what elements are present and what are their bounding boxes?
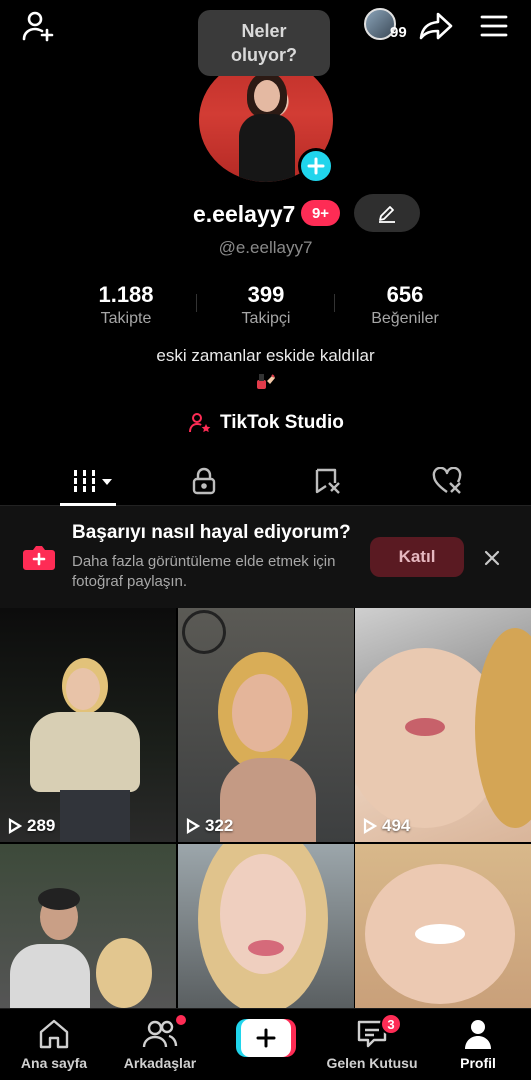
- followers-label: Takipçi: [241, 310, 291, 327]
- create-button[interactable]: [236, 1019, 296, 1057]
- play-icon: [186, 818, 200, 834]
- camera-plus-icon: [23, 546, 55, 570]
- story-avatars[interactable]: 99: [364, 8, 412, 42]
- nav-friends-label: Arkadaşlar: [123, 1055, 197, 1071]
- profile-handle: @e.eellayy7: [218, 238, 313, 257]
- divider: [334, 294, 335, 312]
- play-icon: [363, 818, 377, 834]
- tiktok-studio-link[interactable]: TikTok Studio: [188, 410, 344, 436]
- profile-bio: eski zamanlar eskide kaldılar: [156, 346, 375, 365]
- friends-icon: [142, 1020, 178, 1048]
- close-icon[interactable]: [478, 544, 506, 572]
- view-count: 494: [363, 816, 410, 836]
- menu-icon[interactable]: [474, 8, 514, 44]
- banner-subtitle: Daha fazla görüntüleme elde etmek için f…: [72, 553, 336, 590]
- followers-count: 399: [247, 282, 285, 307]
- home-icon: [39, 1019, 69, 1049]
- profile-icon: [465, 1020, 491, 1049]
- friends-notification-dot: [176, 1015, 186, 1025]
- video-thumbnail[interactable]: 322: [178, 608, 354, 842]
- notification-badge[interactable]: 9+: [301, 200, 340, 226]
- tab-liked[interactable]: [388, 458, 508, 504]
- name-row: e.eelayy7 9+: [0, 194, 531, 233]
- following-label: Takipte: [100, 310, 152, 327]
- nav-profile-label: Profil: [460, 1055, 496, 1071]
- video-thumbnail[interactable]: [0, 844, 176, 1008]
- story-count: 99: [390, 24, 407, 41]
- likes-label: Beğeniler: [371, 310, 439, 327]
- video-thumbnail[interactable]: 289: [0, 608, 176, 842]
- view-count: 289: [8, 816, 55, 836]
- inbox-badge: 3: [380, 1013, 402, 1035]
- following-count: 1.188: [98, 282, 154, 307]
- nav-inbox[interactable]: Gelen Kutusu: [322, 1017, 422, 1071]
- studio-user-icon: [189, 413, 211, 433]
- studio-label: TikTok Studio: [220, 412, 344, 433]
- nav-inbox-label: Gelen Kutusu: [326, 1055, 418, 1071]
- video-thumbnail[interactable]: [355, 844, 531, 1008]
- likes-count: 656: [386, 282, 424, 307]
- whats-happening-tooltip[interactable]: Neler oluyor?: [198, 10, 330, 76]
- view-count: 322: [186, 816, 233, 836]
- grid-icon: [72, 470, 112, 492]
- username: e.eelayy7: [193, 201, 296, 227]
- liked-icon: [432, 467, 462, 494]
- share-icon[interactable]: [416, 8, 456, 44]
- nav-profile[interactable]: Profil: [428, 1017, 528, 1071]
- nav-friends[interactable]: Arkadaşlar: [110, 1017, 210, 1071]
- followers-stat[interactable]: 399 Takipçi: [206, 282, 326, 328]
- plus-icon: [256, 1028, 276, 1048]
- banner-title: Başarıyı nasıl hayal ediyorum?: [72, 522, 351, 543]
- video-grid: 289 322 494: [0, 608, 531, 1008]
- photo-challenge-banner[interactable]: Başarıyı nasıl hayal ediyorum? Daha fazl…: [0, 506, 531, 608]
- nav-home[interactable]: Ana sayfa: [4, 1017, 104, 1071]
- video-thumbnail[interactable]: [178, 844, 354, 1008]
- tab-private[interactable]: [144, 458, 264, 504]
- play-icon: [8, 818, 22, 834]
- following-stat[interactable]: 1.188 Takipte: [66, 282, 186, 328]
- add-story-plus-icon[interactable]: [298, 148, 334, 184]
- join-button[interactable]: Katıl: [370, 537, 464, 577]
- video-thumbnail[interactable]: 494: [355, 608, 531, 842]
- tab-reposts[interactable]: [268, 458, 388, 504]
- pencil-icon: [379, 206, 395, 223]
- edit-profile-button[interactable]: [354, 194, 420, 232]
- content-tabs: [0, 458, 531, 506]
- bottom-navigation: Ana sayfa Arkadaşlar Gelen Kutusu 3 Prof…: [0, 1008, 531, 1080]
- divider: [196, 294, 197, 312]
- nav-home-label: Ana sayfa: [20, 1055, 88, 1071]
- likes-stat[interactable]: 656 Beğeniler: [345, 282, 465, 328]
- add-friend-icon[interactable]: [18, 8, 58, 44]
- lock-icon: [192, 467, 216, 495]
- profile-stats: 1.188 Takipte 399 Takipçi 656 Beğeniler: [0, 282, 531, 332]
- repost-icon: [315, 468, 340, 494]
- nail-polish-emoji-icon: [257, 374, 275, 389]
- tab-videos[interactable]: [34, 458, 154, 506]
